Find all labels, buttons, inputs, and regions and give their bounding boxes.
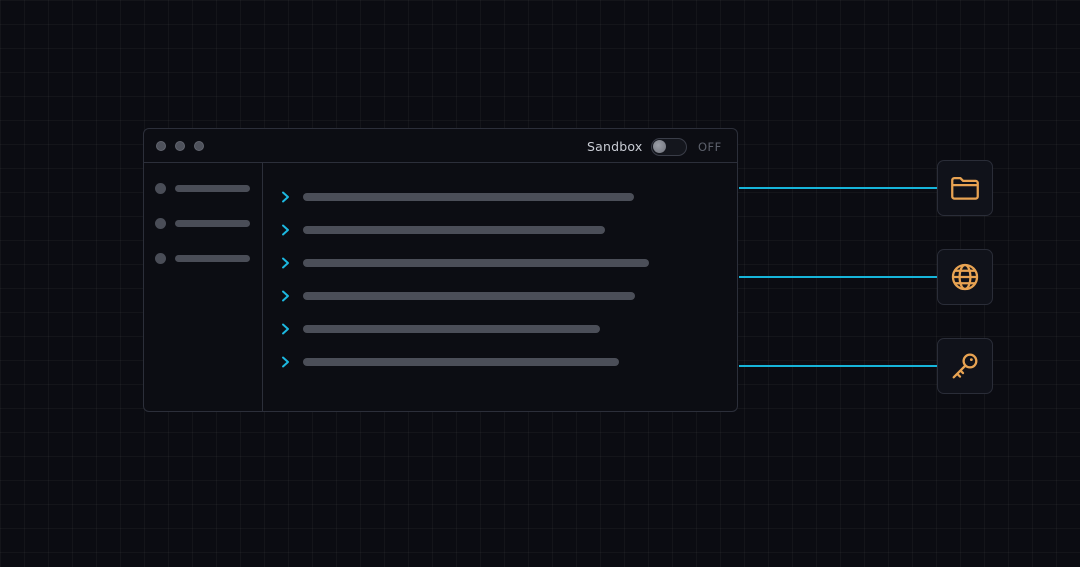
- key-icon: [952, 353, 978, 379]
- connector-line-filesystem: [739, 187, 938, 189]
- chevron-right-icon: [282, 323, 289, 335]
- filesystem-tool-button[interactable]: [937, 160, 993, 216]
- list-item-placeholder: [303, 226, 605, 234]
- sidebar-item[interactable]: [155, 253, 251, 265]
- sidebar-item[interactable]: [155, 183, 251, 195]
- list-item-placeholder: [303, 292, 635, 300]
- list-item-placeholder: [303, 358, 619, 366]
- sidebar-item-dot: [155, 183, 166, 194]
- connector-line-network: [739, 276, 938, 278]
- title-bar: Sandbox OFF: [144, 129, 737, 163]
- toggle-knob: [653, 140, 666, 153]
- sidebar-item-placeholder: [175, 255, 250, 262]
- connector-line-credentials: [739, 365, 938, 367]
- sidebar-item-dot: [155, 253, 166, 264]
- chevron-right-icon: [282, 356, 289, 368]
- sandbox-toggle[interactable]: [651, 138, 687, 156]
- app-window: Sandbox OFF: [143, 128, 738, 412]
- credentials-tool-button[interactable]: [937, 338, 993, 394]
- maximize-window-button[interactable]: [194, 141, 204, 151]
- sidebar: [144, 163, 263, 411]
- sandbox-label: Sandbox: [587, 139, 643, 154]
- sidebar-item-dot: [155, 218, 166, 229]
- sidebar-item[interactable]: [155, 218, 251, 230]
- chevron-right-icon: [282, 257, 289, 269]
- list-item-placeholder: [303, 259, 649, 267]
- list-item-placeholder: [303, 193, 634, 201]
- close-window-button[interactable]: [156, 141, 166, 151]
- network-tool-button[interactable]: [937, 249, 993, 305]
- chevron-right-icon: [282, 290, 289, 302]
- sidebar-item-placeholder: [175, 185, 250, 192]
- minimize-window-button[interactable]: [175, 141, 185, 151]
- sidebar-item-placeholder: [175, 220, 250, 227]
- chevron-right-icon: [282, 191, 289, 203]
- chevron-right-icon: [282, 224, 289, 236]
- folder-icon: [951, 176, 979, 200]
- sandbox-state-label: OFF: [698, 140, 722, 154]
- globe-icon: [951, 263, 979, 291]
- list-item-placeholder: [303, 325, 600, 333]
